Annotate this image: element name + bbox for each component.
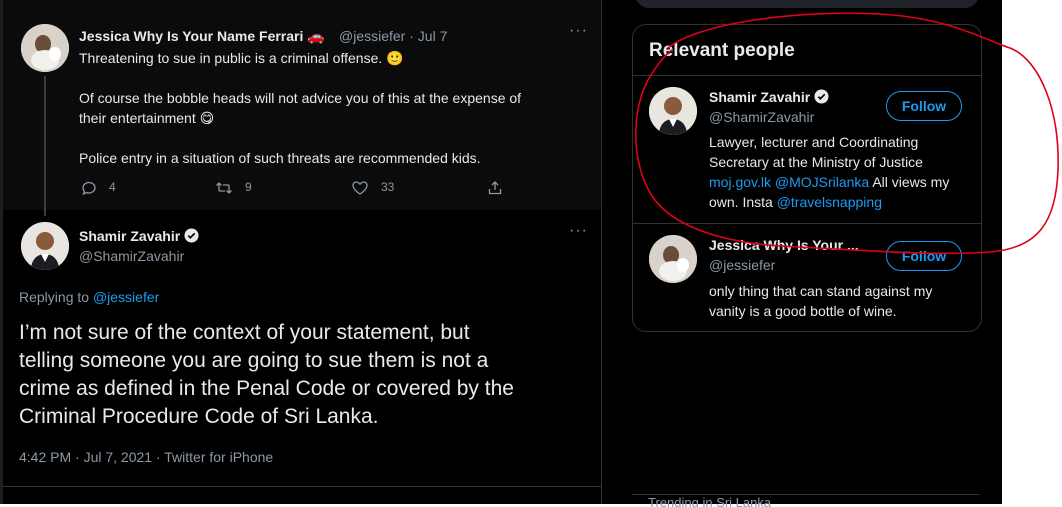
parent-text-line-3: their entertainment 😋 xyxy=(79,110,215,126)
main-author-name-text: Shamir Zavahir xyxy=(79,228,181,244)
person-name[interactable]: Jessica Why Is Your ... xyxy=(709,237,859,253)
main-text-line-3: crime as defined in the Penal Code or co… xyxy=(19,377,514,400)
person-bio: only thing that can stand against my van… xyxy=(709,281,932,321)
bio-link-mention[interactable]: @MOJSrilanka xyxy=(775,174,869,190)
reply-icon xyxy=(82,181,96,196)
verified-badge-icon xyxy=(814,89,829,104)
replying-to-prefix: Replying to xyxy=(19,289,90,305)
divider xyxy=(3,486,601,487)
avatar[interactable] xyxy=(649,87,697,135)
retweet-count: 9 xyxy=(245,180,252,195)
retweet-action[interactable]: 9 xyxy=(215,180,252,196)
share-icon xyxy=(488,181,502,195)
bio-line-4: own. Insta @travelsnapping xyxy=(709,192,949,212)
parent-author-name[interactable]: Jessica Why Is Your Name Ferrari 🚗 xyxy=(79,28,325,45)
verified-badge-icon xyxy=(184,228,199,243)
follow-button[interactable]: Follow xyxy=(886,91,962,121)
person-name[interactable]: Shamir Zavahir xyxy=(709,89,829,105)
heart-icon xyxy=(352,181,368,195)
follow-button[interactable]: Follow xyxy=(886,241,962,271)
bio-line-1: only thing that can stand against my xyxy=(709,283,933,299)
avatar-photo-icon xyxy=(649,235,697,283)
parent-tweet[interactable]: Jessica Why Is Your Name Ferrari 🚗 @jess… xyxy=(3,0,601,216)
parent-text-line-2: Of course the bobble heads will not advi… xyxy=(79,90,522,106)
trending-header: Trending in Sri Lanka xyxy=(648,495,772,507)
main-text-line-1: I’m not sure of the context of your stat… xyxy=(19,321,470,344)
main-text-line-2: telling someone you are going to sue the… xyxy=(19,349,489,372)
bio-line-1: Lawyer, lecturer and Coordinating xyxy=(709,134,919,150)
parent-text-line-4: Police entry in a situation of such thre… xyxy=(79,150,481,166)
main-text-line-4: Criminal Procedure Code of Sri Lanka. xyxy=(19,405,379,428)
bio-line-2: vanity is a good bottle of wine. xyxy=(709,303,897,319)
relevant-people-card: Relevant people Shamir Zavahir @ShamirZa… xyxy=(632,24,982,332)
more-options-icon[interactable]: ··· xyxy=(569,222,588,240)
share-action[interactable] xyxy=(487,180,515,196)
person-bio: Lawyer, lecturer and Coordinating Secret… xyxy=(709,132,949,212)
more-options-icon[interactable]: ··· xyxy=(569,22,588,40)
bio-line-2: Secretary at the Ministry of Justice xyxy=(709,154,923,170)
person-name-text: Shamir Zavahir xyxy=(709,89,811,105)
like-count: 33 xyxy=(381,180,395,195)
thread-connector-line xyxy=(44,76,46,216)
trending-card-edge[interactable]: Trending in Sri Lanka xyxy=(632,494,980,507)
parent-text-line-1: Threatening to sue in public is a crimin… xyxy=(79,50,404,66)
tweet-timestamp[interactable]: 4:42 PM · Jul 7, 2021 · Twitter for iPho… xyxy=(19,449,273,465)
main-author-name[interactable]: Shamir Zavahir xyxy=(79,228,199,244)
retweet-icon xyxy=(216,182,232,194)
sidebar-column: Relevant people Shamir Zavahir @ShamirZa… xyxy=(602,0,1002,507)
avatar-photo-icon xyxy=(21,24,69,72)
replying-to-line: Replying to @jessiefer xyxy=(19,289,159,305)
parent-handle-date[interactable]: @jessiefer · Jul 7 xyxy=(339,28,447,44)
avatar[interactable] xyxy=(21,24,69,72)
avatar-photo-icon xyxy=(21,222,69,270)
divider xyxy=(633,223,981,224)
main-author-handle[interactable]: @ShamirZavahir xyxy=(79,248,184,264)
twitter-page: Jessica Why Is Your Name Ferrari 🚗 @jess… xyxy=(0,0,1002,507)
bio-line-3: moj.gov.lk @MOJSrilanka All views my xyxy=(709,172,949,192)
tweet-thread-column: Jessica Why Is Your Name Ferrari 🚗 @jess… xyxy=(3,0,602,504)
avatar-photo-icon xyxy=(649,87,697,135)
search-bar-edge[interactable] xyxy=(635,0,979,8)
person-handle[interactable]: @jessiefer xyxy=(709,257,775,273)
bio-line-4-text: own. Insta xyxy=(709,194,777,210)
relevant-people-title: Relevant people xyxy=(649,40,795,61)
divider xyxy=(633,75,981,76)
like-action[interactable]: 33 xyxy=(351,180,394,196)
bio-link-website[interactable]: moj.gov.lk xyxy=(709,174,771,190)
reply-count: 4 xyxy=(109,180,116,195)
main-tweet-text: I’m not sure of the context of your stat… xyxy=(19,319,589,431)
bio-line-3-text: All views my xyxy=(869,174,950,190)
avatar[interactable] xyxy=(21,222,69,270)
replying-to-link[interactable]: @jessiefer xyxy=(93,289,159,305)
reply-action[interactable]: 4 xyxy=(81,180,116,196)
person-handle[interactable]: @ShamirZavahir xyxy=(709,109,814,125)
bio-link-insta[interactable]: @travelsnapping xyxy=(777,194,882,210)
avatar[interactable] xyxy=(649,235,697,283)
